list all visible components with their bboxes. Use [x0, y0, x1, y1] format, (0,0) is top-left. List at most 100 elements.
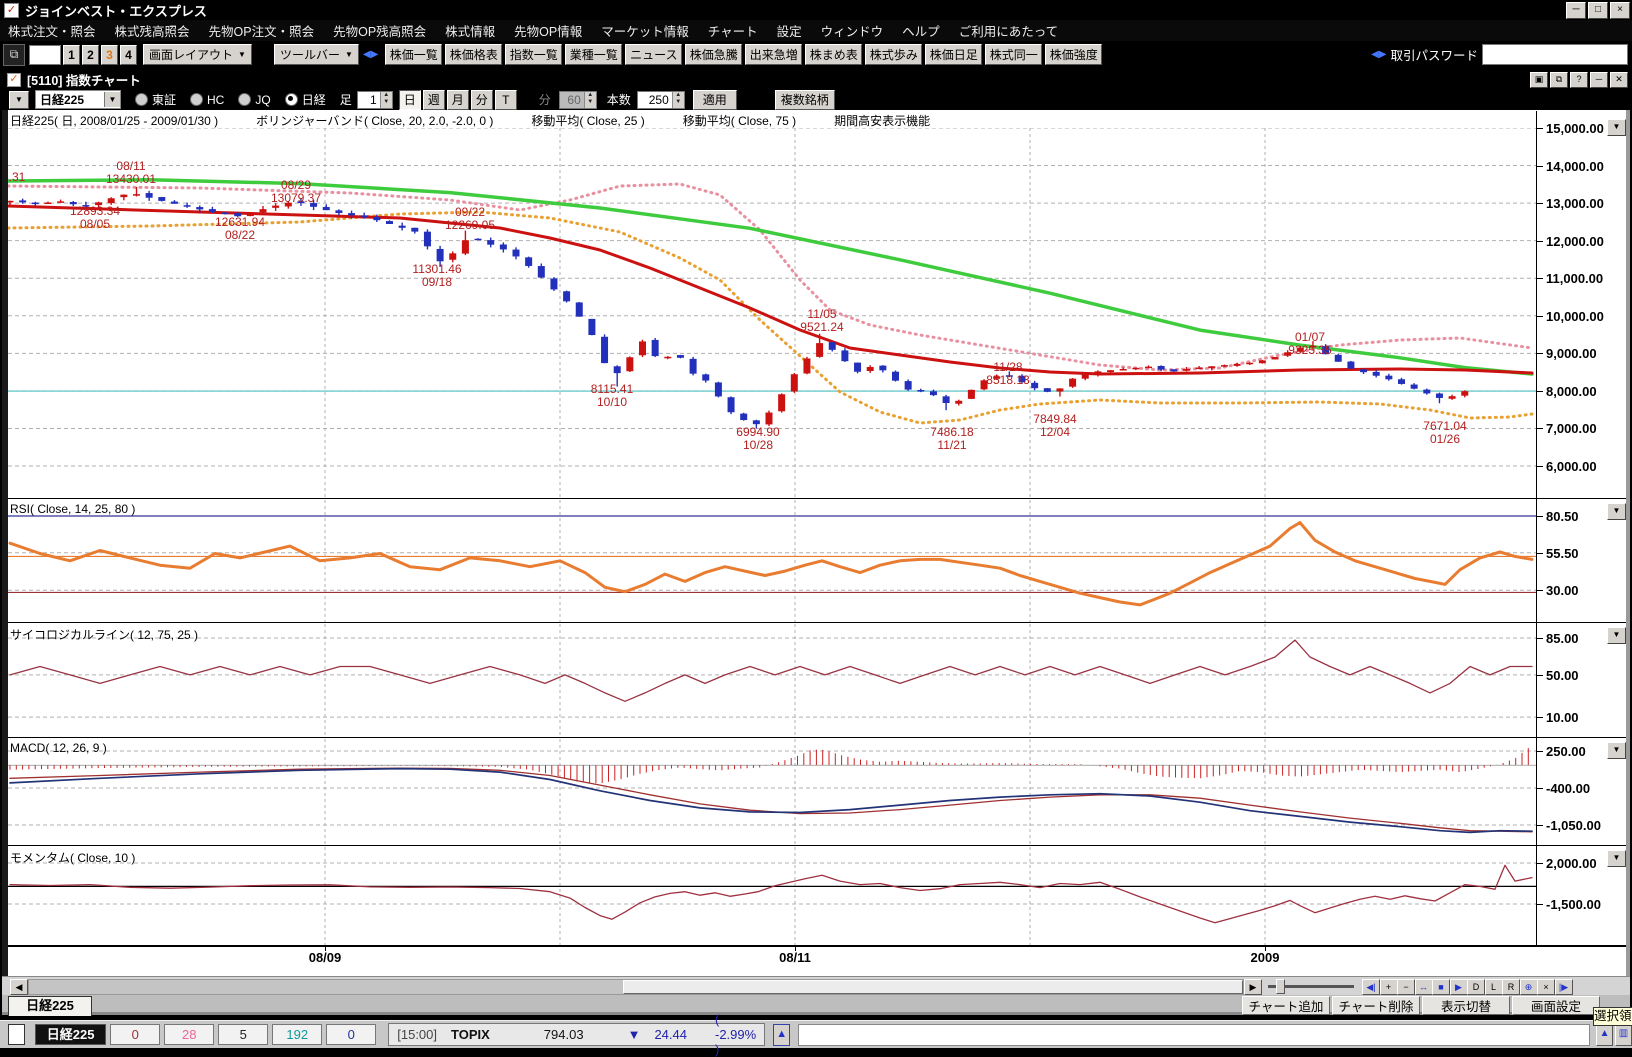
- period-button-週[interactable]: 週: [422, 89, 445, 110]
- close-icon[interactable]: ✕: [1610, 71, 1628, 88]
- axis-label: -1,050.00: [1546, 817, 1601, 833]
- bar-count-spinner[interactable]: 1 ▲ ▼: [356, 90, 393, 109]
- toolbar-button-0[interactable]: 株価一覧: [385, 44, 443, 65]
- menu-item-9[interactable]: ウィンドウ: [821, 21, 884, 40]
- toolbar-button-5[interactable]: 株価急騰: [685, 44, 743, 65]
- period-button-月[interactable]: 月: [446, 89, 469, 110]
- toolbar-button-10[interactable]: 株式同一: [985, 44, 1043, 65]
- toolbar-button-6[interactable]: 出来急増: [745, 44, 803, 65]
- pane-menu-icon[interactable]: ▼: [1607, 850, 1626, 867]
- status-indicator-box[interactable]: [8, 1024, 26, 1045]
- toggle-view-button[interactable]: 表示切替: [1422, 996, 1510, 1015]
- spinner-arrows-icon[interactable]: ▲ ▼: [379, 91, 392, 108]
- menu-item-2[interactable]: 先物OP注文・照会: [209, 21, 315, 40]
- scrollbar-track[interactable]: [28, 979, 1244, 995]
- toolbar-button-11[interactable]: 株価強度: [1045, 44, 1103, 65]
- remove-chart-button[interactable]: チャート削除: [1332, 996, 1420, 1015]
- axis-label: 55.50: [1546, 545, 1579, 561]
- page-button-2[interactable]: 2: [82, 44, 99, 65]
- status-up-icon[interactable]: ▲: [773, 1023, 791, 1046]
- list-icon[interactable]: ▥: [1615, 1023, 1632, 1046]
- scroll-up-icon[interactable]: ▲: [1596, 1023, 1614, 1046]
- menu-item-11[interactable]: ご利用にあたって: [959, 21, 1058, 40]
- status-symbol: 日経225: [35, 1024, 107, 1045]
- add-chart-button[interactable]: チャート追加: [1242, 996, 1330, 1015]
- layout-icon[interactable]: ⧉: [1550, 71, 1568, 88]
- step-left-icon[interactable]: ◀|: [1362, 979, 1380, 995]
- stop-icon[interactable]: ■: [1432, 979, 1450, 995]
- menu-item-7[interactable]: チャート: [708, 21, 758, 40]
- market-radio-JQ[interactable]: JQ: [238, 91, 271, 108]
- menu-item-5[interactable]: 先物OP情報: [514, 21, 582, 40]
- toolbar-button-9[interactable]: 株価日足: [925, 44, 983, 65]
- window-switch-icon[interactable]: ⧉: [3, 43, 25, 66]
- count-spinner[interactable]: 250 ▲ ▼: [636, 90, 685, 109]
- toolbar-button-4[interactable]: ニュース: [625, 44, 683, 65]
- toolbar-dropdown-button[interactable]: ツールバー ▼: [273, 44, 359, 65]
- zoom-slider-thumb[interactable]: [1276, 979, 1285, 994]
- fit-width-icon[interactable]: ↔: [1414, 979, 1433, 995]
- spinner-arrows-icon[interactable]: ▲ ▼: [671, 91, 684, 108]
- close-icon[interactable]: ×: [1610, 1, 1630, 19]
- menu-item-0[interactable]: 株式注文・照会: [8, 21, 96, 40]
- menu-item-1[interactable]: 株式残高照会: [115, 21, 190, 40]
- left-axis-button[interactable]: L: [1484, 979, 1503, 995]
- toolbar-button-3[interactable]: 業種一覧: [565, 44, 623, 65]
- symbol-combo[interactable]: 日経225 ▼: [35, 90, 121, 109]
- zoom-out-icon[interactable]: −: [1397, 979, 1415, 995]
- maximize-icon[interactable]: □: [1588, 1, 1608, 19]
- day-mode-button[interactable]: D: [1467, 979, 1485, 995]
- apply-button[interactable]: 適用: [692, 89, 737, 110]
- market-radio-日経[interactable]: 日経: [284, 91, 326, 108]
- menu-item-3[interactable]: 先物OP残高照会: [333, 21, 426, 40]
- market-radio-東証[interactable]: 東証: [135, 91, 176, 108]
- menu-item-10[interactable]: ヘルプ: [902, 21, 940, 40]
- print-icon[interactable]: ▣: [1530, 71, 1548, 88]
- toolbar-button-2[interactable]: 指数一覧: [505, 44, 563, 65]
- help-icon[interactable]: ?: [1570, 71, 1588, 88]
- toolbar-button-1[interactable]: 株価格表: [445, 44, 503, 65]
- tab-nikkei225[interactable]: 日経225: [8, 996, 92, 1016]
- pane-menu-icon[interactable]: ▼: [1607, 503, 1626, 520]
- magnifier-icon[interactable]: ⊕: [1519, 979, 1538, 995]
- minimize-icon[interactable]: ─: [1590, 71, 1608, 88]
- page-number-input[interactable]: [29, 44, 61, 65]
- scroll-left-icon[interactable]: ◀: [10, 979, 28, 995]
- page-button-4[interactable]: 4: [120, 44, 137, 65]
- pane-menu-icon[interactable]: ▼: [1607, 119, 1626, 136]
- pane-menu-icon[interactable]: ▼: [1607, 627, 1626, 644]
- pane-menu-icon[interactable]: ▼: [1607, 742, 1626, 759]
- splitter-icon[interactable]: ◀▶: [1371, 49, 1386, 60]
- screen-settings-button[interactable]: 画面設定: [1512, 996, 1600, 1015]
- period-button-日[interactable]: 日: [398, 89, 421, 110]
- page-button-1[interactable]: 1: [63, 44, 80, 65]
- toolbar-button-7[interactable]: 株まめ表: [805, 44, 863, 65]
- menu-item-6[interactable]: マーケット情報: [601, 21, 689, 40]
- scrollbar-thumb[interactable]: [623, 980, 1243, 994]
- toolbar-button-8[interactable]: 株式歩み: [865, 44, 923, 65]
- multi-symbol-button[interactable]: 複数銘柄: [774, 89, 835, 110]
- symbol-history-dropdown[interactable]: ▼: [9, 90, 29, 109]
- layout-dropdown-button[interactable]: 画面レイアウト ▼: [143, 44, 252, 65]
- play-icon[interactable]: ▶: [1449, 979, 1468, 995]
- chart-window-title: [5110] 指数チャート: [27, 74, 141, 88]
- menu-item-8[interactable]: 設定: [777, 21, 802, 40]
- close-icon[interactable]: ×: [1537, 979, 1555, 995]
- right-axis-button[interactable]: R: [1502, 979, 1520, 995]
- trade-password-input[interactable]: [1482, 44, 1628, 65]
- menu-item-4[interactable]: 株式情報: [445, 21, 495, 40]
- axis-tick: [1537, 863, 1543, 864]
- spinner-arrows-icon: ▲ ▼: [583, 91, 596, 108]
- period-button-分[interactable]: 分: [470, 89, 493, 110]
- zoom-in-icon[interactable]: +: [1379, 979, 1398, 995]
- period-button-T[interactable]: T: [494, 89, 517, 110]
- page-button-3[interactable]: 3: [101, 44, 118, 65]
- chart-canvas[interactable]: [8, 128, 1536, 947]
- axis-label: 50.00: [1546, 667, 1579, 683]
- chart-window-check-icon[interactable]: ✓: [7, 72, 21, 87]
- step-right-icon[interactable]: |▶: [1554, 979, 1573, 995]
- market-radio-HC[interactable]: HC: [190, 91, 224, 108]
- scroll-right-icon[interactable]: ▶: [1244, 979, 1262, 995]
- minimize-icon[interactable]: ─: [1566, 1, 1586, 19]
- splitter-icon[interactable]: ◀▶: [363, 49, 378, 60]
